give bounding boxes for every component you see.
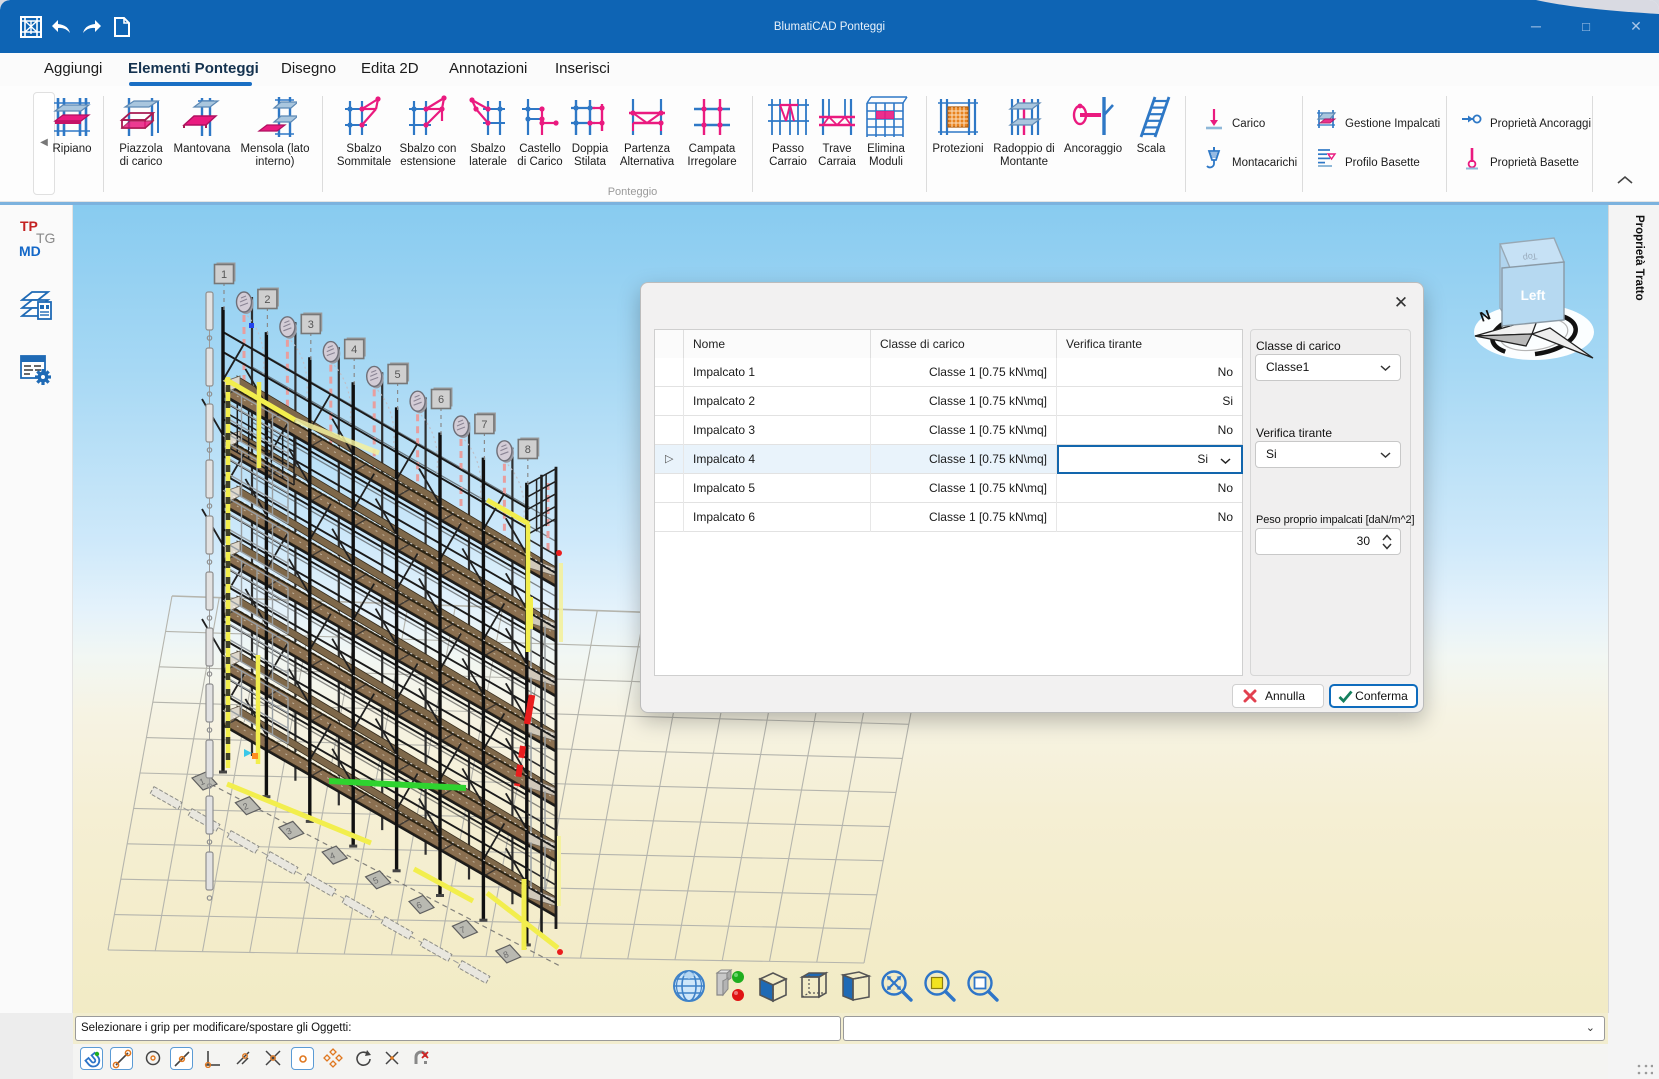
svg-text:4: 4 <box>351 344 357 356</box>
svg-text:1: 1 <box>221 269 227 281</box>
svg-text:7: 7 <box>481 419 487 431</box>
svg-text:Left: Left <box>1521 288 1546 303</box>
svg-text:6: 6 <box>438 394 444 406</box>
svg-text:8: 8 <box>525 444 531 456</box>
svg-text:Top: Top <box>1522 251 1538 263</box>
svg-text:3: 3 <box>308 319 314 331</box>
svg-text:5: 5 <box>395 369 401 381</box>
svg-text:2: 2 <box>264 294 270 306</box>
